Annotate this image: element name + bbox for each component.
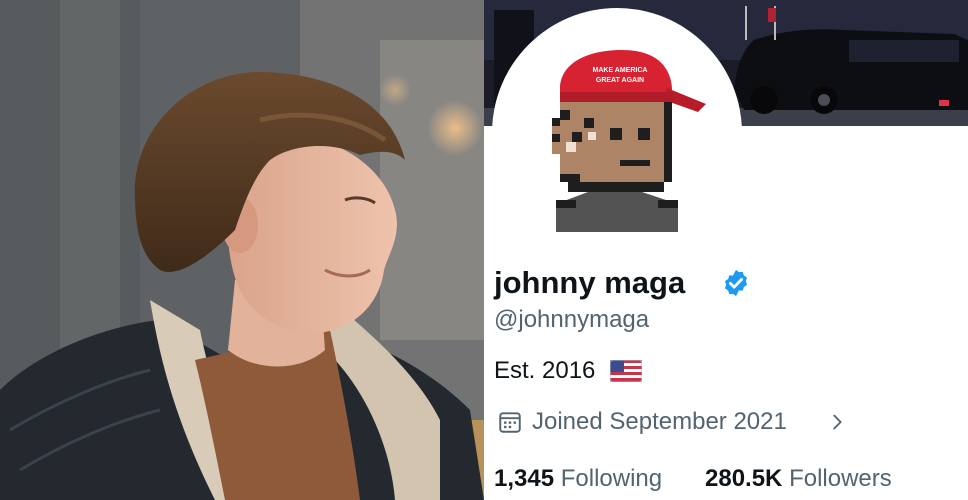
followers-label: Followers [789,465,892,492]
display-name: johnny maga [494,265,686,300]
followers-count: 280.5K [705,465,783,492]
avatar[interactable]: MAKE AMERICA GREAT AGAIN [492,8,742,258]
followers-link[interactable]: 280.5K Followers [705,462,892,496]
following-count: 1,345 [494,465,555,492]
calendar-icon [499,412,521,433]
us-flag-icon [610,360,642,382]
user-handle: @johnnymaga [494,306,650,333]
svg-text:GREAT AGAIN: GREAT AGAIN [596,77,644,84]
joined-date: Joined September 2021 [532,408,787,435]
verified-badge-icon[interactable] [721,268,751,298]
profile-photo-left [0,0,484,500]
following-label: Following [560,465,663,492]
following-link[interactable]: 1,345 Following [494,462,662,496]
pixel-avatar-image: MAKE AMERICA GREAT AGAIN [552,50,706,232]
portrait-illustration [0,0,484,500]
svg-text:MAKE AMERICA: MAKE AMERICA [593,67,648,74]
chevron-right-icon[interactable] [826,411,848,433]
profile-panel: MAKE AMERICA GREAT AGAIN johnny maga @jo… [484,0,968,500]
bio-text: Est. 2016 [494,357,596,384]
